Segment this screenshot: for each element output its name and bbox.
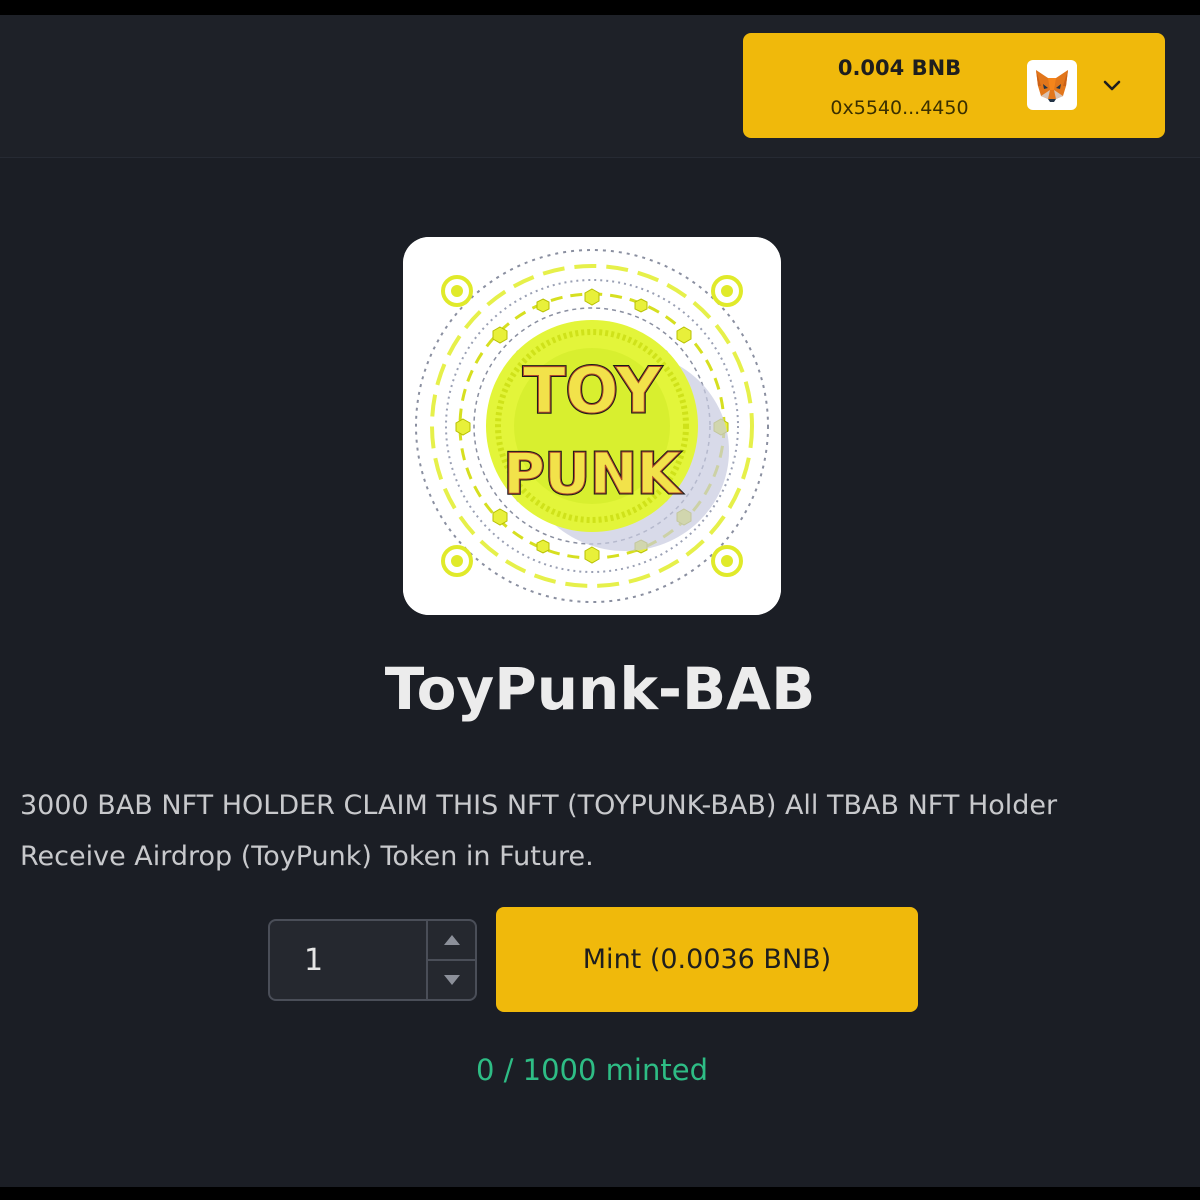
app-frame: 0.004 BNB 0x5540...4450 TOY TOY PUNK PUN…: [0, 15, 1200, 1187]
collection-logo: TOY TOY PUNK PUNK: [403, 237, 781, 615]
quantity-stepper: [268, 919, 477, 1001]
arrow-up-icon: [443, 935, 460, 945]
collection-title: ToyPunk-BAB: [384, 655, 816, 723]
arrow-down-icon: [443, 975, 460, 985]
chevron-down-icon: [1098, 71, 1126, 99]
quantity-input[interactable]: [270, 921, 426, 999]
collection-description: 3000 BAB NFT HOLDER CLAIM THIS NFT (TOYP…: [20, 790, 1058, 872]
metamask-fox-icon: [1027, 60, 1077, 110]
logo-text-line1-fill: TOY: [523, 354, 662, 427]
minted-status: 0 / 1000 minted: [476, 1053, 708, 1087]
wallet-balance: 0.004 BNB: [837, 56, 962, 80]
wallet-connect-button[interactable]: 0.004 BNB 0x5540...4450: [743, 33, 1165, 138]
decrement-button[interactable]: [428, 961, 475, 999]
mint-button[interactable]: Mint (0.0036 BNB): [496, 907, 918, 1012]
increment-button[interactable]: [428, 921, 475, 959]
top-bar: 0.004 BNB 0x5540...4450: [0, 15, 1200, 158]
logo-text-line2-fill: PUNK: [504, 442, 683, 507]
wallet-address: 0x5540...4450: [830, 97, 969, 119]
